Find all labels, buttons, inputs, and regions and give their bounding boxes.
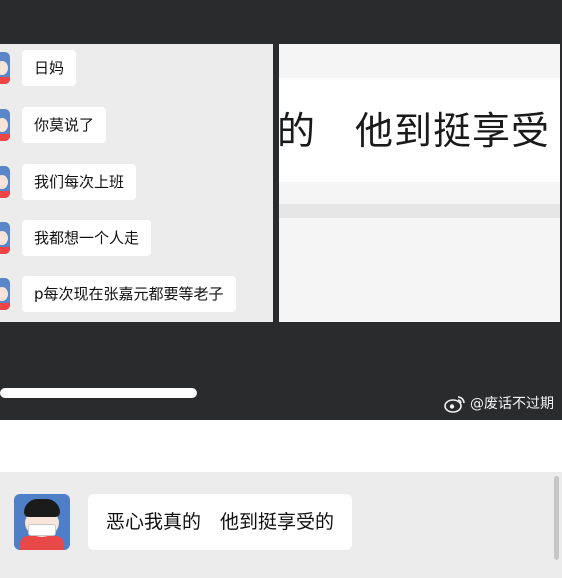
message-row: 我都想一个人走 — [0, 218, 273, 258]
avatar — [0, 52, 10, 84]
screenshot-panel: 日妈 你莫说了 我们每次上班 我都想一个人走 p每次现在张嘉元都要等老子 的 他… — [0, 0, 562, 420]
message-bubble: 你莫说了 — [22, 107, 107, 143]
message-bubble: 我都想一个人走 — [22, 220, 152, 256]
zoomed-image: 的 他到挺享受 — [279, 44, 560, 322]
scrollbar[interactable] — [554, 476, 559, 560]
avatar[interactable] — [14, 494, 70, 550]
progress-bar[interactable] — [0, 388, 197, 398]
watermark: @废话不过期 — [444, 393, 554, 413]
message-bubble: 日妈 — [22, 50, 77, 86]
message-bubble: 恶心我真的 他到挺享受的 — [88, 494, 353, 550]
reply-area: 恶心我真的 他到挺享受的 — [0, 472, 562, 578]
message-row: 日妈 — [0, 48, 273, 88]
message-row: p每次现在张嘉元都要等老子 — [0, 274, 273, 314]
chat-pane: 日妈 你莫说了 我们每次上班 我都想一个人走 p每次现在张嘉元都要等老子 — [0, 44, 273, 322]
message-row: 我们每次上班 — [0, 162, 273, 202]
zoomed-text: 的 他到挺享受 — [279, 109, 551, 153]
message-bubble: 我们每次上班 — [22, 164, 137, 200]
message-row: 你莫说了 — [0, 105, 273, 145]
avatar — [0, 222, 10, 254]
weibo-icon — [444, 395, 466, 413]
avatar — [0, 166, 10, 198]
watermark-text: @废话不过期 — [470, 396, 554, 412]
avatar — [0, 109, 10, 141]
divider — [279, 204, 560, 218]
avatar — [0, 278, 10, 310]
message-bubble: p每次现在张嘉元都要等老子 — [22, 276, 236, 312]
